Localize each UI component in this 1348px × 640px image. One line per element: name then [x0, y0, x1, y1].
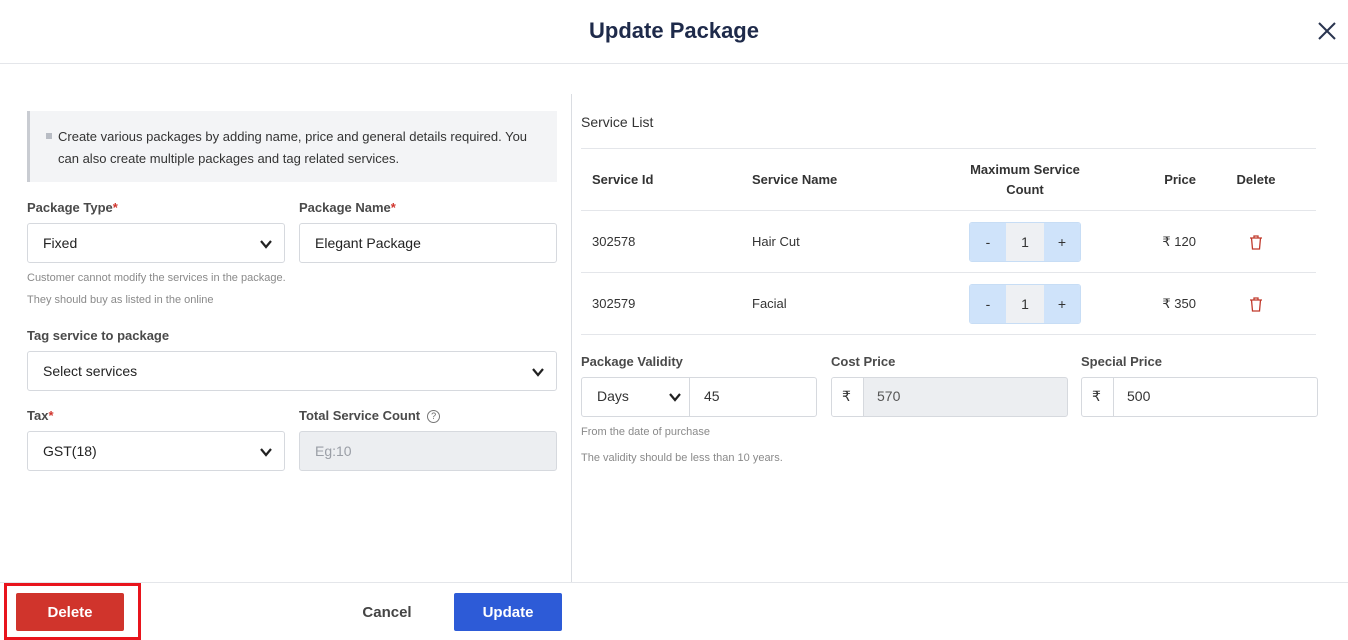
update-button[interactable]: Update	[454, 593, 562, 631]
service-id: 302578	[581, 210, 752, 273]
modal-header: Update Package	[0, 0, 1348, 64]
validity-unit-value: Days	[597, 388, 629, 404]
col-max-count: Maximum Service Count	[944, 148, 1106, 211]
special-price-label: Special Price	[1081, 354, 1162, 369]
package-name-value: Elegant Package	[315, 235, 421, 251]
decrement-button[interactable]: -	[970, 284, 1006, 323]
validity-hint-2: The validity should be less than 10 year…	[581, 452, 783, 464]
tax-value: GST(18)	[43, 443, 97, 459]
quantity-stepper: - 1 +	[969, 283, 1081, 324]
chevron-down-icon	[260, 448, 272, 457]
service-table: Service Id Service Name Maximum Service …	[581, 148, 1316, 335]
cost-price-value: 570	[877, 388, 901, 404]
tag-service-select[interactable]: Select services	[27, 351, 557, 391]
chevron-down-icon	[669, 393, 681, 402]
table-row: 302578 Hair Cut - 1 + ₹ 120	[581, 210, 1316, 273]
info-box: Create various packages by adding name, …	[27, 111, 557, 182]
tag-service-label: Tag service to package	[27, 328, 170, 343]
increment-button[interactable]: +	[1044, 222, 1080, 261]
validity-unit-select[interactable]: Days	[582, 378, 690, 416]
help-icon[interactable]: ?	[427, 410, 441, 423]
modal-footer: Delete Cancel Update	[0, 582, 1348, 640]
trash-icon[interactable]	[1249, 296, 1263, 312]
trash-icon[interactable]	[1249, 234, 1263, 250]
col-service-id: Service Id	[581, 148, 752, 211]
package-type-hint-2: They should buy as listed in the online	[27, 294, 214, 306]
increment-button[interactable]: +	[1044, 284, 1080, 323]
package-name-label: Package Name*	[299, 200, 396, 215]
bullet-icon	[46, 133, 52, 139]
package-type-hint-1: Customer cannot modify the services in t…	[27, 272, 286, 284]
count-value[interactable]: 1	[1006, 284, 1044, 323]
rupee-icon: ₹	[842, 388, 851, 404]
cancel-button[interactable]: Cancel	[345, 593, 429, 631]
delete-button[interactable]: Delete	[16, 593, 124, 631]
cost-price-label: Cost Price	[831, 354, 896, 369]
column-divider	[571, 94, 572, 582]
package-validity-group: Days 45	[581, 377, 817, 417]
modal-title: Update Package	[589, 18, 759, 43]
tax-select[interactable]: GST(18)	[27, 431, 285, 471]
validity-hint-1: From the date of purchase	[581, 426, 711, 438]
tag-service-value: Select services	[43, 363, 138, 379]
decrement-button[interactable]: -	[970, 222, 1006, 261]
info-text: Create various packages by adding name, …	[58, 129, 528, 166]
col-service-name: Service Name	[752, 148, 944, 211]
total-service-count-input[interactable]: Eg:10	[299, 431, 557, 471]
package-type-value: Fixed	[43, 235, 78, 251]
validity-value-input[interactable]: 45	[704, 388, 720, 404]
service-name: Hair Cut	[752, 210, 944, 273]
service-list-title: Service List	[581, 114, 654, 130]
chevron-down-icon	[260, 240, 272, 249]
package-name-input[interactable]: Elegant Package	[299, 223, 557, 263]
total-service-count-placeholder: Eg:10	[315, 443, 352, 459]
service-price: ₹ 350	[1106, 272, 1196, 335]
table-header-row: Service Id Service Name Maximum Service …	[581, 148, 1316, 211]
col-price: Price	[1106, 148, 1196, 211]
service-id: 302579	[581, 272, 752, 335]
total-service-count-label: Total Service Count?	[299, 408, 441, 423]
cost-price-input[interactable]: ₹ 570	[831, 377, 1068, 417]
chevron-down-icon	[532, 368, 544, 377]
special-price-input[interactable]: ₹ 500	[1081, 377, 1318, 417]
tax-label: Tax*	[27, 408, 54, 423]
col-delete: Delete	[1196, 148, 1316, 211]
close-icon[interactable]	[1314, 18, 1340, 44]
quantity-stepper: - 1 +	[969, 221, 1081, 262]
package-validity-label: Package Validity	[581, 354, 683, 369]
service-price: ₹ 120	[1106, 210, 1196, 273]
package-type-select[interactable]: Fixed	[27, 223, 285, 263]
service-name: Facial	[752, 272, 944, 335]
special-price-value: 500	[1127, 388, 1151, 404]
table-row: 302579 Facial - 1 + ₹ 350	[581, 272, 1316, 335]
rupee-icon: ₹	[1092, 388, 1101, 404]
package-type-label: Package Type*	[27, 200, 118, 215]
count-value[interactable]: 1	[1006, 222, 1044, 261]
